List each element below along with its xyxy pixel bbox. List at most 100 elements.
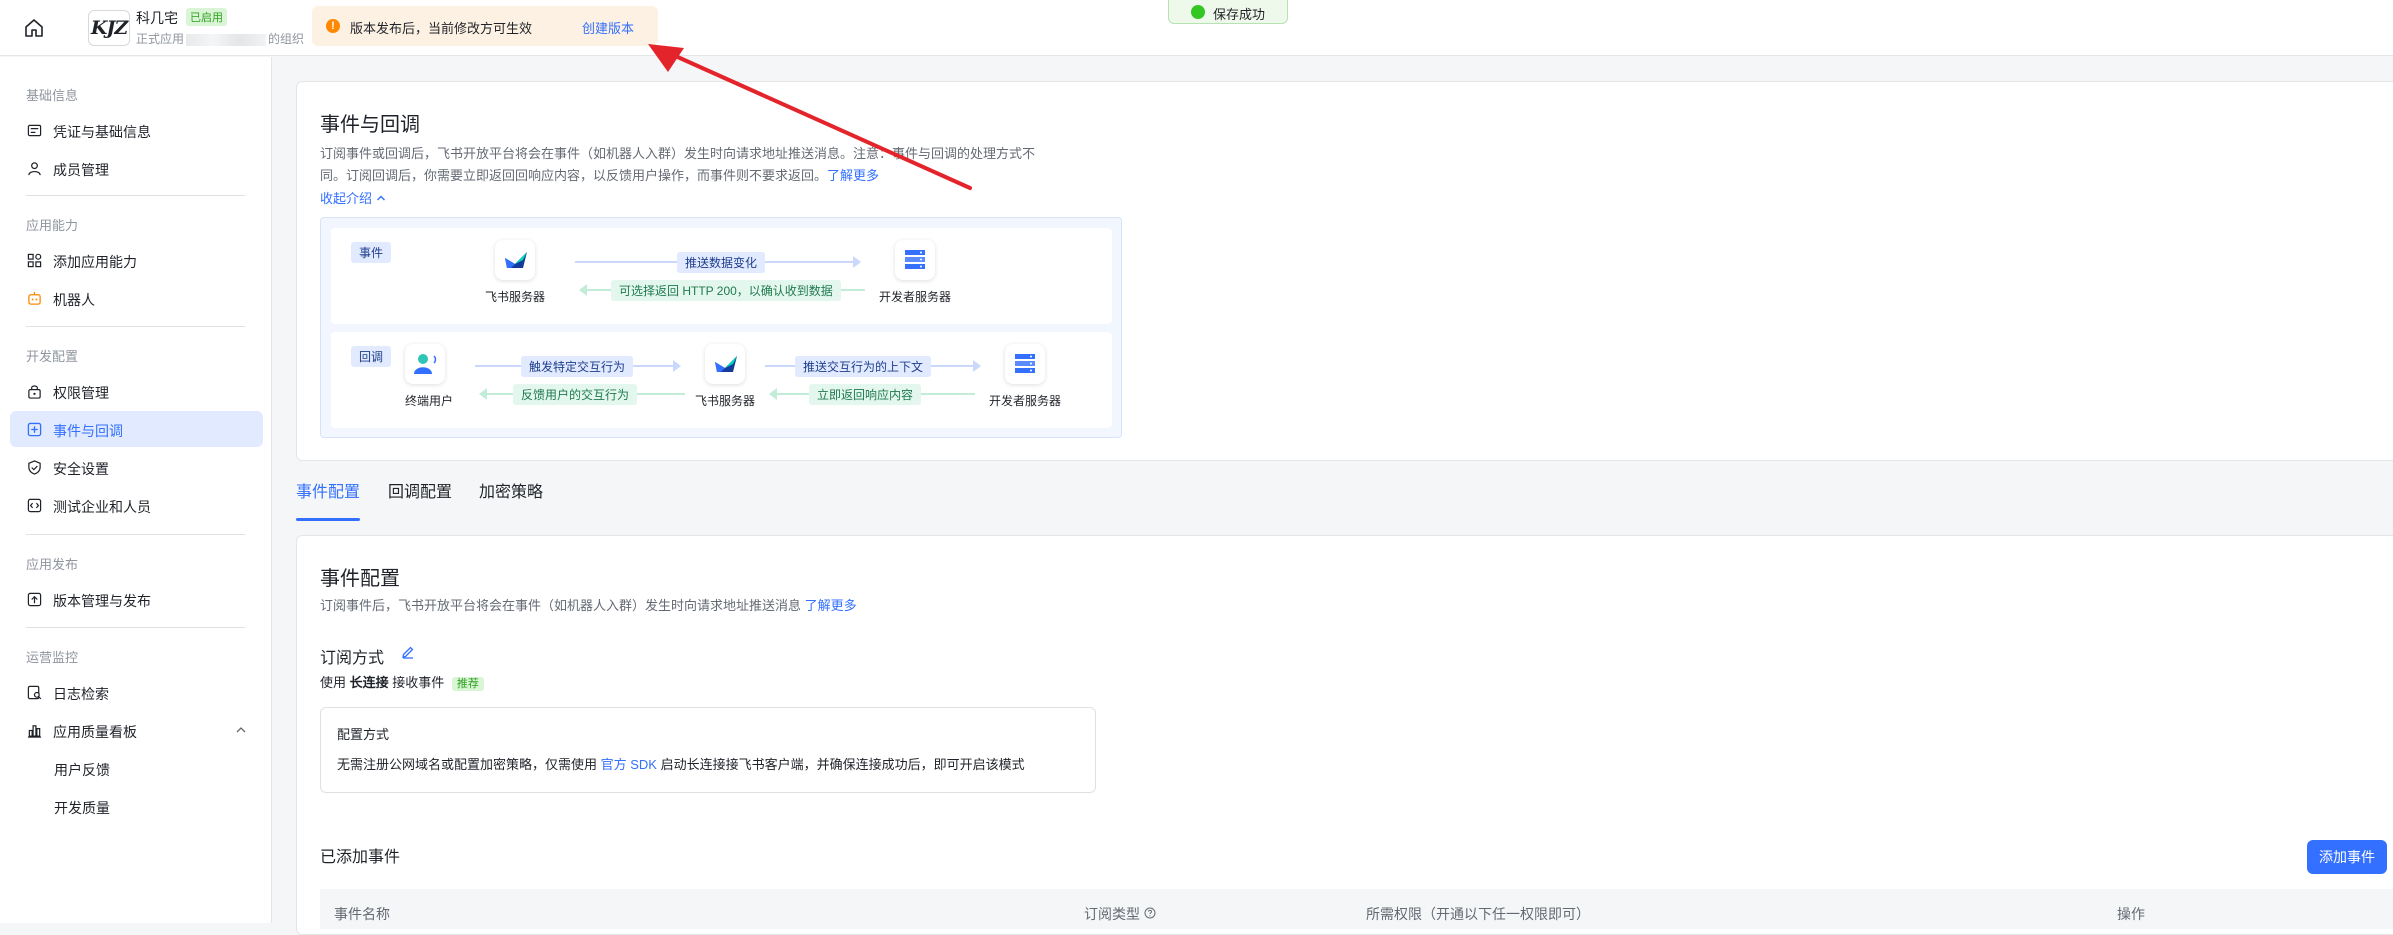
sidebar-item-dev-quality[interactable]: 开发质量 <box>10 788 263 824</box>
app-name: 科几宅 <box>136 10 178 26</box>
push-data-label: 推送数据变化 <box>677 252 766 273</box>
callback-lane: 回调 终端用户 触发特定交互行为 反馈用户的交互行为 飞书服务器 推送交互行为的… <box>331 332 1112 428</box>
home-icon[interactable] <box>22 16 46 40</box>
code-icon <box>27 498 42 513</box>
sidebar-section-release: 应用发布 <box>26 557 79 572</box>
sidebar-item-permissions[interactable]: 权限管理 <box>10 373 263 409</box>
sidebar-item-label: 成员管理 <box>53 162 109 178</box>
sidebar-item-label: 用户反馈 <box>54 762 110 778</box>
apps-icon <box>27 253 42 268</box>
active-tab-indicator <box>296 518 360 521</box>
official-sdk-link[interactable]: 官方 SDK <box>601 757 657 772</box>
sidebar-section-basic: 基础信息 <box>26 88 79 103</box>
event-tag: 事件 <box>351 242 392 263</box>
end-user-label: 终端用户 <box>405 394 454 408</box>
sidebar-section-dev: 开发配置 <box>26 349 79 364</box>
sidebar-item-credentials[interactable]: 凭证与基础信息 <box>10 112 263 148</box>
sidebar-item-events[interactable]: 事件与回调 <box>10 411 263 447</box>
page-title: 事件与回调 <box>320 114 420 136</box>
callback-tag: 回调 <box>351 346 392 367</box>
collapse-intro-button[interactable]: 收起介绍 <box>320 188 386 210</box>
dev-server-label: 开发者服务器 <box>879 290 952 304</box>
tab-callback-config[interactable]: 回调配置 <box>388 478 452 502</box>
sidebar-item-label: 测试企业和人员 <box>53 499 151 515</box>
dev-server-icon <box>1005 344 1045 384</box>
feishu-server-icon <box>495 240 535 280</box>
sidebar-item-label: 日志检索 <box>53 686 109 702</box>
divider <box>26 195 245 196</box>
chevron-up-icon[interactable] <box>235 724 247 736</box>
sidebar-item-user-feedback[interactable]: 用户反馈 <box>10 750 263 786</box>
event-icon <box>27 422 42 437</box>
dev-server-icon <box>895 240 935 280</box>
warning-icon: ! <box>326 19 340 33</box>
robot-icon <box>28 291 41 305</box>
divider <box>26 326 245 327</box>
recommended-badge: 推荐 <box>451 677 484 691</box>
credential-icon <box>27 124 42 137</box>
event-lane: 事件 飞书服务器 推送数据变化 可选择返回 HTTP 200，以确认收到数据 开… <box>331 228 1112 324</box>
help-icon[interactable] <box>1144 907 1156 919</box>
return-now-label: 立即返回响应内容 <box>809 384 922 405</box>
divider <box>26 534 245 535</box>
sidebar-item-label: 机器人 <box>53 292 95 308</box>
tab-event-config[interactable]: 事件配置 <box>296 478 360 502</box>
column-subscription-type: 订阅类型 <box>1084 904 1156 924</box>
redacted-region <box>186 33 267 46</box>
add-event-button[interactable]: 添加事件 <box>2307 840 2387 874</box>
sidebar: 基础信息 凭证与基础信息 成员管理 应用能力 添加应用能力 机器人 开发配置 权… <box>0 57 272 923</box>
sidebar-item-logs[interactable]: 日志检索 <box>10 674 263 710</box>
member-icon <box>28 162 41 176</box>
edit-icon[interactable] <box>401 645 415 659</box>
toast-text: 保存成功 <box>1213 7 1266 22</box>
chevron-up-icon <box>376 195 385 201</box>
sidebar-item-members[interactable]: 成员管理 <box>10 150 263 186</box>
sidebar-item-versions[interactable]: 版本管理与发布 <box>10 581 263 617</box>
config-method-box: 配置方式 无需注册公网域名或配置加密策略，仅需使用 官方 SDK 启动长连接接飞… <box>320 707 1096 793</box>
log-icon <box>27 685 42 700</box>
sidebar-item-label: 应用质量看板 <box>53 724 137 740</box>
top-bar: KJZ 科几宅 已启用 正式应用 的组织 ! 版本发布后，当前修改方可生效 创建版… <box>0 0 2393 56</box>
config-method-title: 配置方式 <box>337 727 390 742</box>
create-version-link[interactable]: 创建版本 <box>582 18 634 37</box>
sidebar-item-quality-board[interactable]: 应用质量看板 <box>10 712 263 748</box>
dev-server-label: 开发者服务器 <box>989 394 1062 408</box>
sidebar-item-label: 安全设置 <box>53 461 109 477</box>
sidebar-item-add-capability[interactable]: 添加应用能力 <box>10 242 263 278</box>
feishu-server-label: 飞书服务器 <box>695 394 756 408</box>
event-callback-diagram: 事件 飞书服务器 推送数据变化 可选择返回 HTTP 200，以确认收到数据 开… <box>320 217 1122 438</box>
config-method-desc: 无需注册公网域名或配置加密策略，仅需使用 官方 SDK 启动长连接接飞书客户端，… <box>337 757 1025 772</box>
sidebar-item-label: 权限管理 <box>53 385 109 401</box>
app-org: 正式应用 的组织 <box>136 32 305 46</box>
event-config-desc: 订阅事件后，飞书开放平台将会在事件（如机器人入群）发生时向请求地址推送消息 了解… <box>320 598 857 613</box>
lock-icon <box>28 385 41 399</box>
notice-message: 版本发布后，当前修改方可生效 <box>350 21 533 36</box>
optional-return-label: 可选择返回 HTTP 200，以确认收到数据 <box>611 280 841 301</box>
upload-icon <box>27 592 42 607</box>
app-logo[interactable]: KJZ <box>88 10 130 46</box>
sidebar-item-test-org[interactable]: 测试企业和人员 <box>10 487 263 523</box>
event-config-title: 事件配置 <box>320 568 400 590</box>
events-table-header: 事件名称 订阅类型 所需权限（开通以下任一权限即可） 操作 <box>320 889 2393 929</box>
status-badge: 已启用 <box>186 8 227 26</box>
sidebar-section-ops: 运营监控 <box>26 650 79 665</box>
tab-encryption[interactable]: 加密策略 <box>479 478 543 502</box>
sidebar-item-security[interactable]: 安全设置 <box>10 449 263 485</box>
sidebar-section-capability: 应用能力 <box>26 218 79 233</box>
annotation-arrow <box>648 44 972 190</box>
subscription-method-value: 使用 长连接 接收事件 推荐 <box>320 672 484 695</box>
publish-notice: ! 版本发布后，当前修改方可生效 创建版本 <box>312 6 658 46</box>
chart-icon <box>27 725 42 738</box>
column-actions: 操作 <box>2117 906 2145 922</box>
end-user-icon <box>405 344 445 384</box>
sidebar-item-robot[interactable]: 机器人 <box>10 280 263 316</box>
trigger-label: 触发特定交互行为 <box>521 356 634 377</box>
subscription-method-title: 订阅方式 <box>320 650 385 667</box>
push-context-label: 推送交互行为的上下文 <box>795 356 932 377</box>
sidebar-item-label: 添加应用能力 <box>53 254 137 270</box>
sidebar-item-label: 事件与回调 <box>53 423 123 439</box>
feishu-server-icon <box>705 344 745 384</box>
divider <box>26 627 245 628</box>
save-toast: 保存成功 <box>1168 0 1288 24</box>
learn-more-link[interactable]: 了解更多 <box>805 598 857 613</box>
